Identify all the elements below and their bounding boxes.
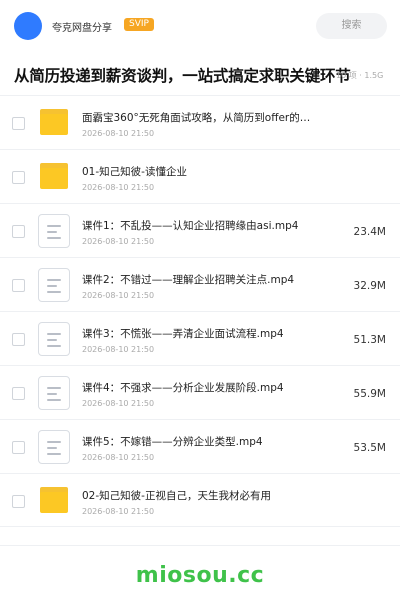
folder-icon <box>40 109 68 135</box>
file-name[interactable]: 课件4：不强求——分析企业发展阶段.mp4 <box>82 381 318 395</box>
document-icon <box>38 268 70 302</box>
folder-icon <box>40 487 68 513</box>
file-name[interactable]: 面霸宝360°无死角面试攻略，从简历到offer的… <box>82 111 382 125</box>
file-size: 23.4M <box>353 226 386 238</box>
file-size: 53.5M <box>353 442 386 454</box>
search-button[interactable]: 搜索 <box>316 13 387 39</box>
select-checkbox[interactable] <box>12 495 25 508</box>
file-size: 51.3M <box>353 334 386 346</box>
file-date: 2026-08-10 21:50 <box>82 507 155 516</box>
folder-meta: 10 项 · 1.5G <box>336 71 384 80</box>
select-checkbox[interactable] <box>12 441 25 454</box>
file-row[interactable]: 课件3：不慌张——弄清企业面试流程.mp4 2026-08-10 21:50 51.… <box>0 311 400 365</box>
file-list: 面霸宝360°无死角面试攻略，从简历到offer的… 2026-08-10 21:… <box>0 95 400 527</box>
select-checkbox[interactable] <box>12 333 25 346</box>
file-row[interactable]: 课件1：不乱投——认知企业招聘缘由asi.mp4 2026-08-10 21:50… <box>0 203 400 257</box>
document-icon <box>38 376 70 410</box>
folder-icon <box>40 163 68 189</box>
page-title: 从简历投递到薪资谈判，一站式搞定求职关键环节 <box>14 67 351 85</box>
file-date: 2026-08-10 21:50 <box>82 129 155 138</box>
file-row[interactable]: 课件4：不强求——分析企业发展阶段.mp4 2026-08-10 21:50 55.… <box>0 365 400 419</box>
file-row[interactable]: 面霸宝360°无死角面试攻略，从简历到offer的… 2026-08-10 21:… <box>0 95 400 149</box>
file-name[interactable]: 课件1：不乱投——认知企业招聘缘由asi.mp4 <box>82 219 318 233</box>
file-row[interactable]: 01-知己知彼-读懂企业 2026-08-10 21:50 <box>0 149 400 203</box>
file-name[interactable]: 01-知己知彼-读懂企业 <box>82 165 382 179</box>
select-checkbox[interactable] <box>12 225 25 238</box>
watermark-text: miosou.cc <box>135 563 265 588</box>
owner-name: 夸克网盘分享 <box>52 23 112 34</box>
file-date: 2026-08-10 21:50 <box>82 345 155 354</box>
file-row[interactable]: 课件5：不嫁错——分辨企业类型.mp4 2026-08-10 21:50 53.5M <box>0 419 400 473</box>
document-icon <box>38 322 70 356</box>
file-name[interactable]: 课件2：不错过——理解企业招聘关注点.mp4 <box>82 273 318 287</box>
file-date: 2026-08-10 21:50 <box>82 237 155 246</box>
select-checkbox[interactable] <box>12 117 25 130</box>
file-date: 2026-08-10 21:50 <box>82 453 155 462</box>
select-checkbox[interactable] <box>12 171 25 184</box>
document-icon <box>38 430 70 464</box>
divider <box>0 545 400 546</box>
file-row[interactable]: 02-知己知彼-正视自己，天生我材必有用 2026-08-10 21:50 <box>0 473 400 527</box>
svip-badge: SVIP <box>124 18 154 31</box>
file-row[interactable]: 课件2：不错过——理解企业招聘关注点.mp4 2026-08-10 21:50 32… <box>0 257 400 311</box>
header-bar: 夸克网盘分享 SVIP 搜索 <box>0 0 400 52</box>
file-size: 32.9M <box>353 280 386 292</box>
file-date: 2026-08-10 21:50 <box>82 183 155 192</box>
file-name[interactable]: 课件3：不慌张——弄清企业面试流程.mp4 <box>82 327 318 341</box>
file-size: 55.9M <box>353 388 386 400</box>
select-checkbox[interactable] <box>12 387 25 400</box>
file-name[interactable]: 02-知己知彼-正视自己，天生我材必有用 <box>82 489 382 503</box>
file-date: 2026-08-10 21:50 <box>82 291 155 300</box>
avatar[interactable] <box>14 12 42 40</box>
file-date: 2026-08-10 21:50 <box>82 399 155 408</box>
file-name[interactable]: 课件5：不嫁错——分辨企业类型.mp4 <box>82 435 318 449</box>
select-checkbox[interactable] <box>12 279 25 292</box>
folder-title-bar: 从简历投递到薪资谈判，一站式搞定求职关键环节 10 项 · 1.5G <box>0 64 400 88</box>
document-icon <box>38 214 70 248</box>
